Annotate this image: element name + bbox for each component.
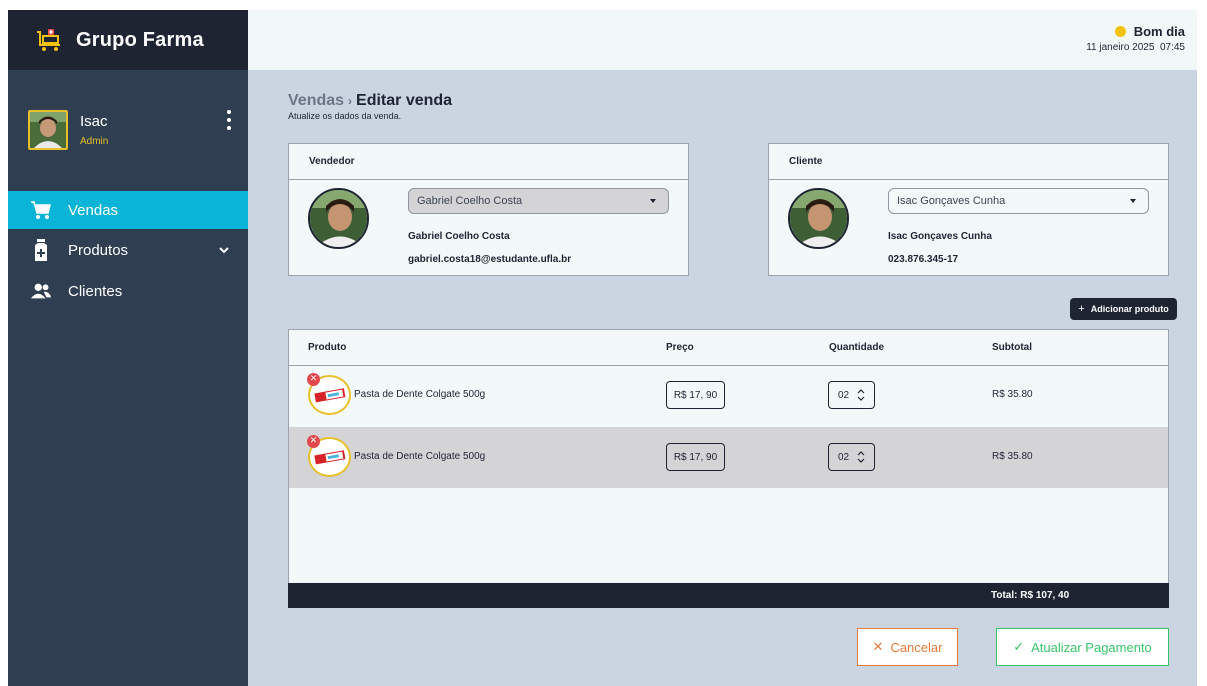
pharmacy-cart-logo-icon bbox=[36, 28, 62, 52]
subtotal: R$ 35.80 bbox=[992, 389, 1033, 400]
remove-product-icon[interactable]: ✕ bbox=[307, 373, 320, 386]
client-name: Isac Gonçaves Cunha bbox=[888, 231, 992, 242]
dropdown-caret-icon bbox=[650, 199, 656, 203]
seller-avatar bbox=[308, 188, 369, 249]
breadcrumb-separator-icon: › bbox=[348, 94, 353, 108]
column-header: Subtotal bbox=[992, 342, 1032, 353]
spinner-arrows-icon[interactable] bbox=[857, 450, 865, 464]
breadcrumb-vendas-link[interactable]: Vendas bbox=[288, 92, 344, 109]
seller-name: Gabriel Coelho Costa bbox=[408, 231, 510, 242]
table-row: ✕ Pasta de Dente Colgate 500g R$ 17, 90 … bbox=[289, 427, 1168, 488]
page-subtitle: Atualize os dados da venda. bbox=[288, 111, 402, 121]
sidebar: Grupo Farma Isac Admin Vendas Produtos C… bbox=[8, 10, 248, 686]
seller-select-value: Gabriel Coelho Costa bbox=[417, 195, 523, 207]
seller-select[interactable]: Gabriel Coelho Costa bbox=[408, 188, 669, 214]
subtotal: R$ 35.80 bbox=[992, 451, 1033, 462]
sidebar-item-label: Vendas bbox=[68, 201, 119, 219]
quantity-stepper[interactable]: 02 bbox=[828, 443, 875, 471]
product-name: Pasta de Dente Colgate 500g bbox=[354, 451, 486, 462]
plus-icon: + bbox=[1078, 303, 1085, 315]
quantity-value: 02 bbox=[838, 389, 850, 401]
brand-name: Grupo Farma bbox=[76, 28, 204, 51]
update-payment-button[interactable]: ✓ Atualizar Pagamento bbox=[996, 628, 1169, 666]
chevron-down-icon[interactable] bbox=[218, 243, 230, 255]
greeting-text: Bom dia bbox=[1133, 24, 1185, 39]
client-avatar bbox=[788, 188, 849, 249]
seller-card-title: Vendedor bbox=[289, 144, 688, 180]
greeting-block: Bom dia 11 janeiro 2025 07:45 bbox=[1086, 24, 1185, 53]
product-thumbnail: ✕ bbox=[307, 435, 351, 477]
sidebar-item-clientes[interactable]: Clientes bbox=[8, 272, 248, 310]
medicine-bottle-icon bbox=[30, 239, 52, 261]
main-content: Vendas › Editar venda Atualize os dados da… bbox=[248, 70, 1197, 686]
user-role: Admin bbox=[80, 136, 109, 147]
sidebar-item-produtos[interactable]: Produtos bbox=[8, 231, 248, 269]
price-input[interactable]: R$ 17, 90 bbox=[666, 443, 725, 471]
product-name: Pasta de Dente Colgate 500g bbox=[354, 389, 486, 400]
client-select-value: Isac Gonçaves Cunha bbox=[897, 195, 1006, 207]
total-bar: Total: R$ 107, 40 bbox=[288, 583, 1169, 608]
current-datetime: 11 janeiro 2025 07:45 bbox=[1086, 42, 1185, 53]
quantity-value: 02 bbox=[838, 451, 850, 463]
user-name: Isac bbox=[80, 113, 108, 130]
user-menu-kebab-icon[interactable] bbox=[224, 110, 234, 130]
update-label: Atualizar Pagamento bbox=[1031, 639, 1152, 655]
breadcrumb: Vendas › Editar venda bbox=[288, 92, 452, 110]
price-input[interactable]: R$ 17, 90 bbox=[666, 381, 725, 409]
column-header: Preço bbox=[666, 342, 694, 353]
seller-email: gabriel.costa18@estudante.ufla.br bbox=[408, 254, 572, 265]
products-table: Produto Preço Quantidade Subtotal ✕ Past… bbox=[288, 329, 1169, 608]
client-select[interactable]: Isac Gonçaves Cunha bbox=[888, 188, 1149, 214]
client-card: Cliente Isac Gonçaves Cunha Isac Gonçave… bbox=[768, 143, 1169, 276]
sidebar-item-label: Produtos bbox=[68, 241, 129, 259]
add-product-label: Adicionar produto bbox=[1090, 304, 1169, 314]
user-avatar[interactable] bbox=[28, 110, 68, 150]
checkmark-icon: ✓ bbox=[1013, 639, 1025, 655]
column-header: Produto bbox=[308, 342, 347, 353]
greeting: Bom dia bbox=[1086, 24, 1185, 39]
column-header: Quantidade bbox=[829, 342, 885, 353]
sidebar-item-label: Clientes bbox=[68, 282, 123, 300]
seller-card: Vendedor Gabriel Coelho Costa Gabriel Co… bbox=[288, 143, 689, 276]
quantity-stepper[interactable]: 02 bbox=[828, 381, 875, 409]
page-title: Editar venda bbox=[356, 92, 453, 109]
user-profile: Isac Admin bbox=[28, 110, 238, 154]
product-thumbnail: ✕ bbox=[307, 373, 351, 415]
cancel-button[interactable]: ✕ Cancelar bbox=[857, 628, 958, 666]
cancel-label: Cancelar bbox=[890, 639, 943, 655]
table-header: Produto Preço Quantidade Subtotal bbox=[289, 330, 1168, 366]
cart-icon bbox=[30, 199, 52, 221]
client-cpf: 023.876.345-17 bbox=[888, 254, 959, 265]
sun-icon bbox=[1114, 26, 1126, 37]
sidebar-item-vendas[interactable]: Vendas bbox=[8, 191, 248, 229]
users-icon bbox=[30, 280, 52, 302]
dropdown-caret-icon bbox=[1130, 199, 1136, 203]
remove-product-icon[interactable]: ✕ bbox=[307, 435, 320, 448]
client-card-title: Cliente bbox=[769, 144, 1168, 180]
top-bar: Bom dia 11 janeiro 2025 07:45 bbox=[248, 10, 1197, 70]
brand-bar: Grupo Farma bbox=[8, 10, 248, 70]
add-product-button[interactable]: + Adicionar produto bbox=[1070, 298, 1177, 320]
close-icon: ✕ bbox=[872, 639, 884, 655]
order-total: Total: R$ 107, 40 bbox=[991, 590, 1070, 601]
app-window: Grupo Farma Isac Admin Vendas Produtos C… bbox=[8, 10, 1197, 686]
table-row: ✕ Pasta de Dente Colgate 500g R$ 17, 90 … bbox=[289, 365, 1168, 426]
spinner-arrows-icon[interactable] bbox=[857, 388, 865, 402]
